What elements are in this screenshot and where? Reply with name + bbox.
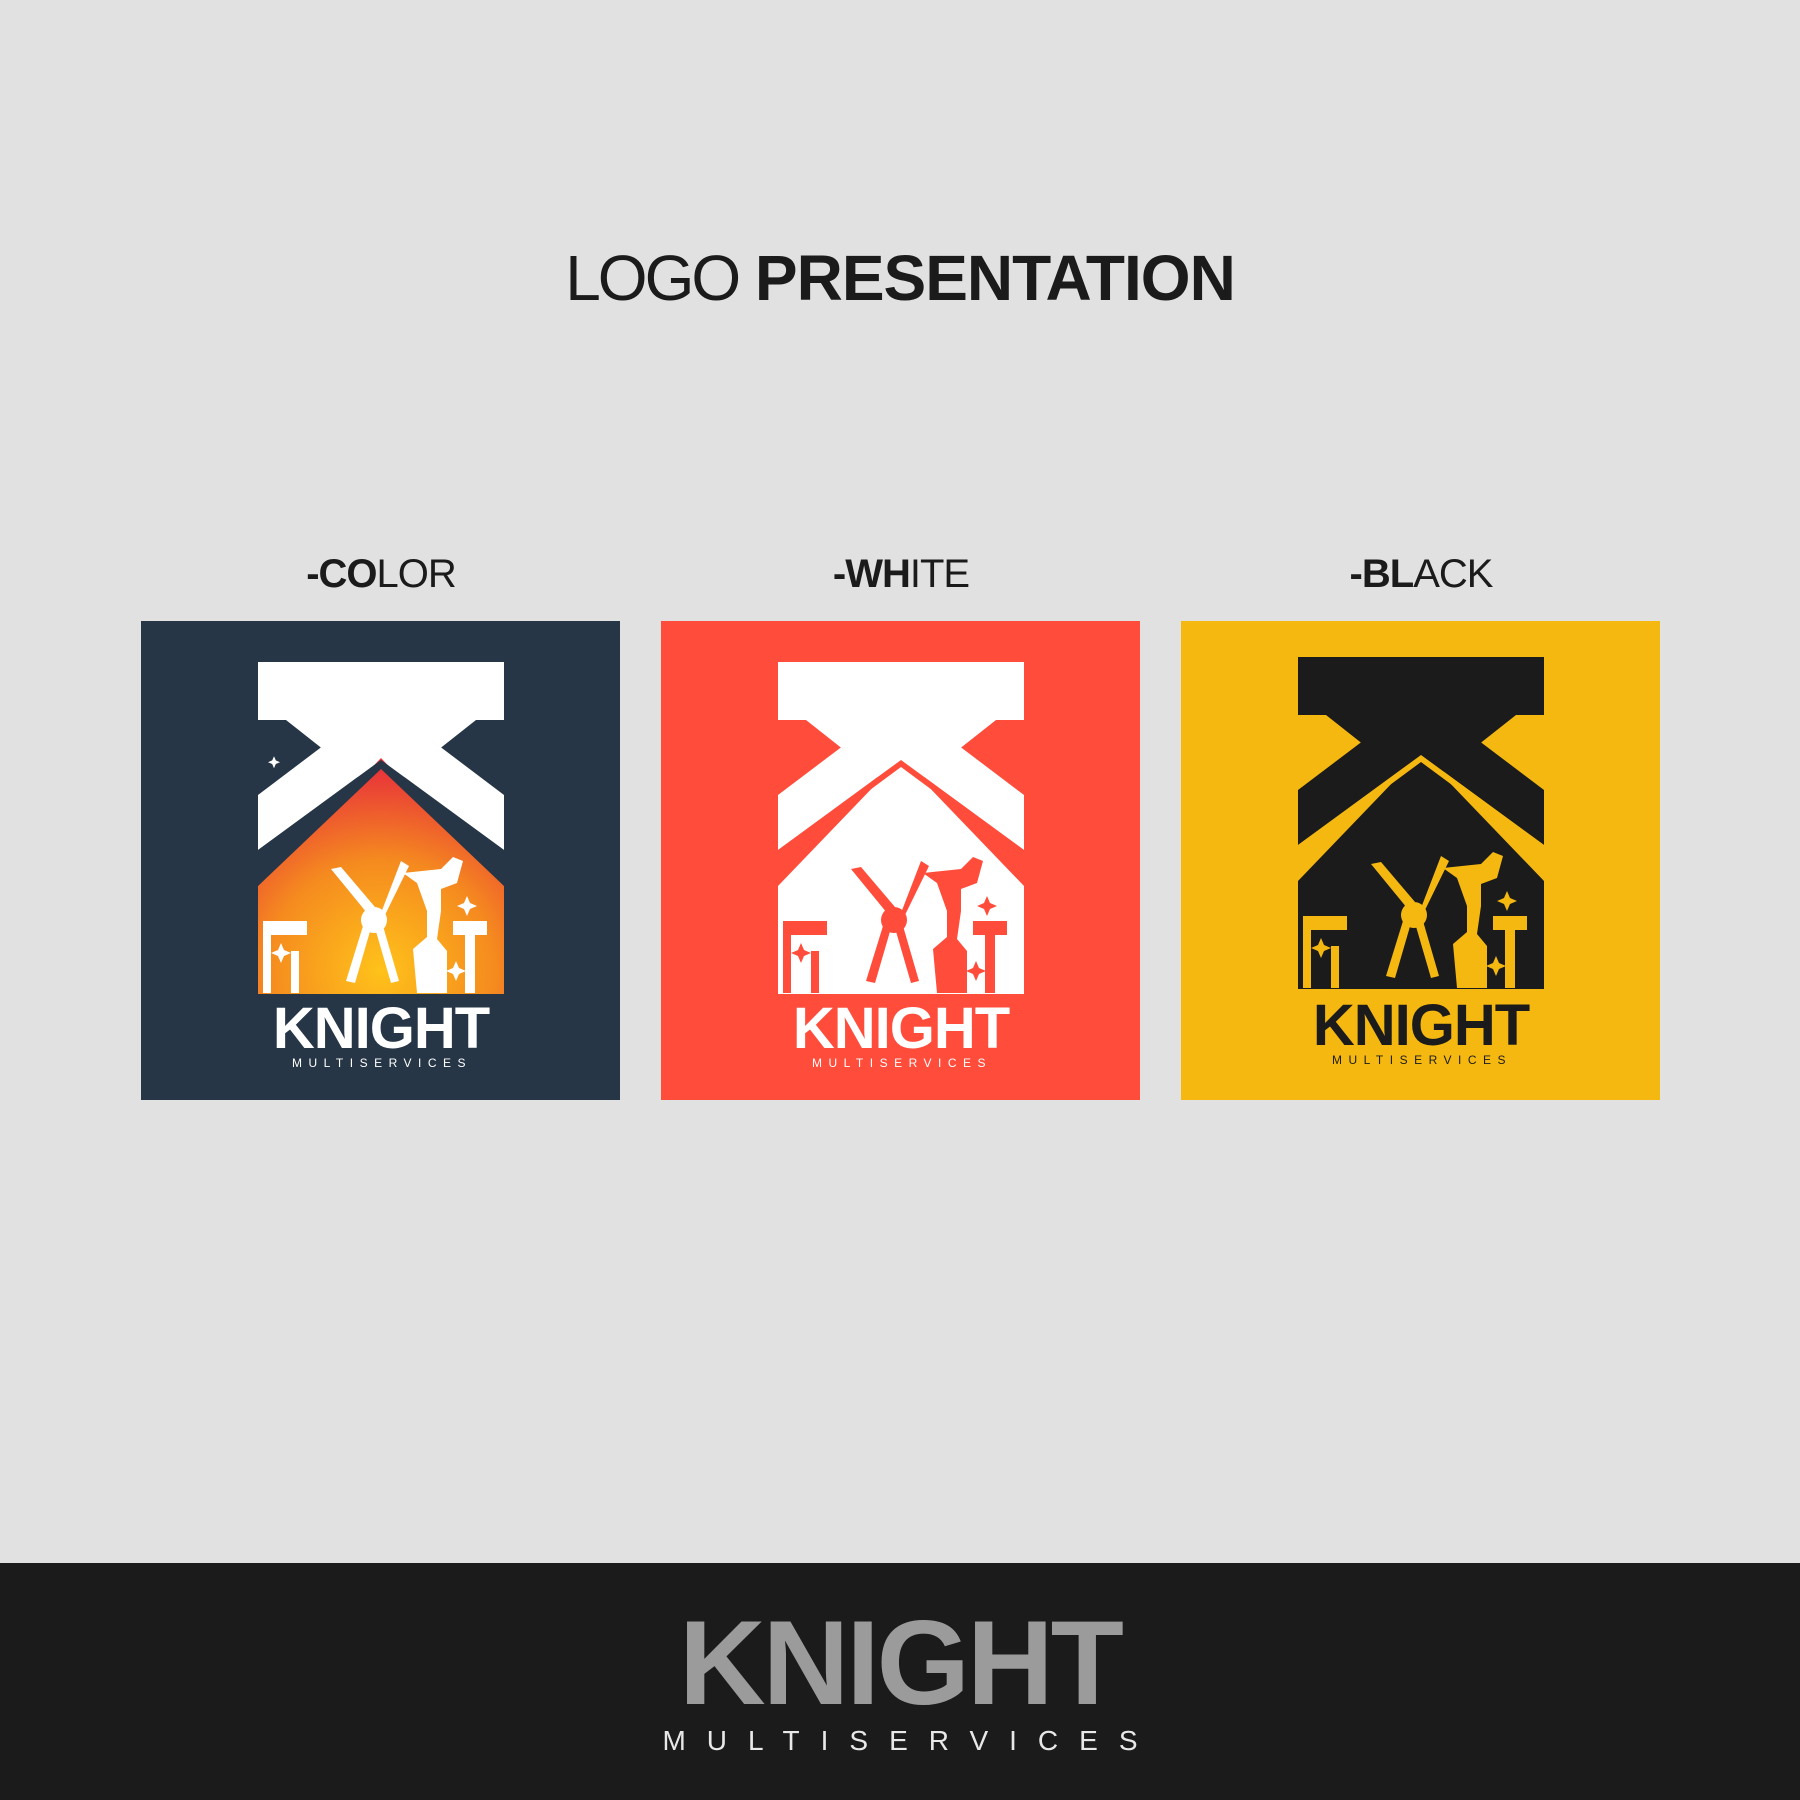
logo-black: KNIGHT MULTISERVICES — [1181, 621, 1660, 1100]
logo-panel-white: KNIGHT MULTISERVICES — [661, 621, 1140, 1100]
page-title-light: LOGO — [565, 242, 741, 314]
panel-subtitle: MULTISERVICES — [812, 1056, 992, 1070]
variant-label-color: -COLOR — [306, 552, 457, 596]
panel-wordmark: KNIGHT — [273, 996, 490, 1061]
logo-color: KNIGHT MULTISERVICES — [141, 621, 620, 1100]
variant-label-black: -BLACK — [1349, 552, 1494, 596]
panel-subtitle: MULTISERVICES — [1332, 1053, 1512, 1067]
panel-wordmark: KNIGHT — [1313, 993, 1530, 1058]
page-title: LOGO PRESENTATION — [0, 238, 1800, 318]
variant-label-white: -WHITE — [832, 552, 970, 596]
panel-subtitle: MULTISERVICES — [292, 1056, 472, 1070]
logo-panel-black: KNIGHT MULTISERVICES — [1181, 621, 1660, 1100]
logo-white: KNIGHT MULTISERVICES — [661, 621, 1140, 1100]
footer-brand: KNIGHT — [679, 1596, 1124, 1730]
panel-wordmark: KNIGHT — [793, 996, 1010, 1061]
logo-panel-color: KNIGHT MULTISERVICES — [141, 621, 620, 1100]
page-title-bold: PRESENTATION — [754, 242, 1236, 314]
footer-tagline: MULTISERVICES — [662, 1725, 1159, 1756]
